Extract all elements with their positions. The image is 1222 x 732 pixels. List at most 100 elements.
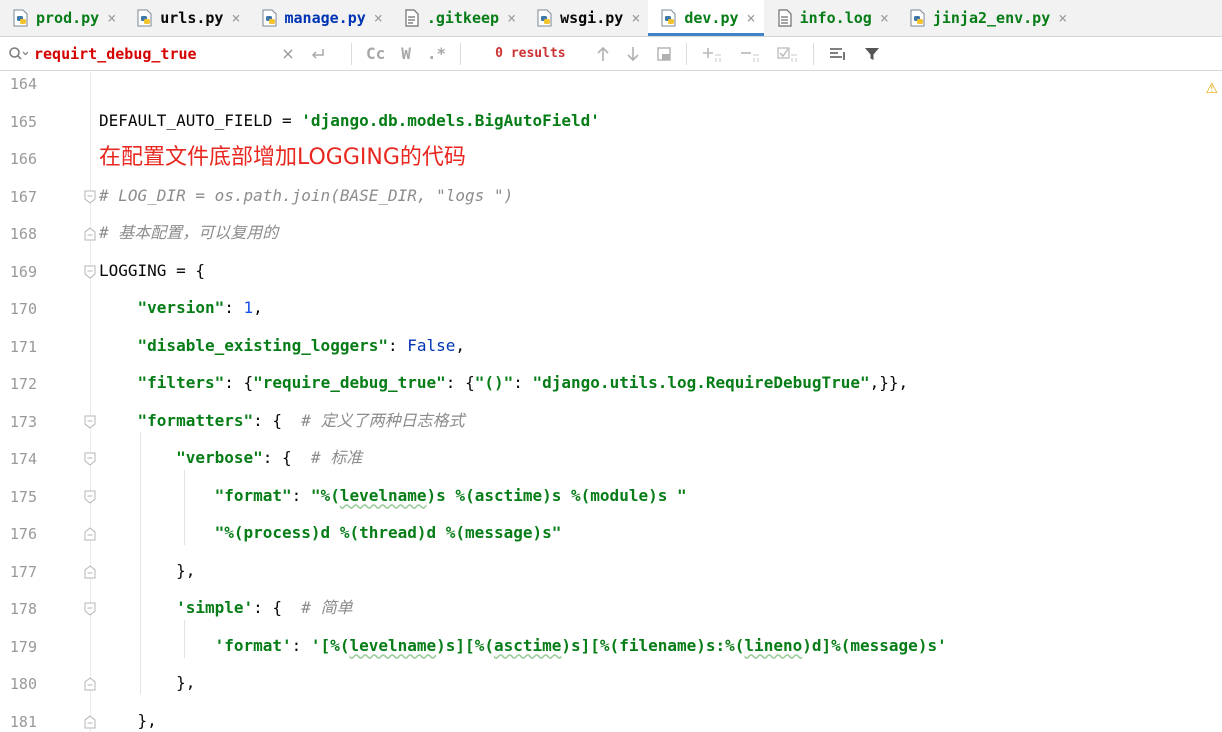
line-number: 176 bbox=[9, 525, 37, 543]
previous-occurrence-icon[interactable] bbox=[596, 46, 610, 62]
line-number: 168 bbox=[9, 225, 37, 243]
code-line[interactable]: 177 }, bbox=[0, 553, 1222, 591]
close-tab-icon[interactable]: × bbox=[631, 9, 640, 27]
fold-end-icon[interactable] bbox=[84, 564, 96, 579]
tab-info-log[interactable]: info.log × bbox=[764, 0, 897, 36]
code-line[interactable]: 164 bbox=[0, 72, 1222, 103]
line-number: 178 bbox=[9, 600, 37, 618]
tab-gitkeep[interactable]: .gitkeep × bbox=[391, 0, 524, 36]
filter-icon[interactable] bbox=[864, 46, 880, 62]
fold-end-icon[interactable] bbox=[84, 714, 96, 729]
close-tab-icon[interactable]: × bbox=[1058, 9, 1067, 27]
close-tab-icon[interactable]: × bbox=[880, 9, 889, 27]
code-token: "()" bbox=[474, 373, 514, 392]
close-tab-icon[interactable]: × bbox=[231, 9, 240, 27]
code-line[interactable]: 169 LOGGING = { bbox=[0, 253, 1222, 291]
code-text: "%(process)d %(thread)d %(message)s" bbox=[99, 520, 562, 546]
new-line-icon[interactable] bbox=[310, 47, 326, 61]
tab-manage-py[interactable]: manage.py × bbox=[249, 0, 391, 36]
tab-dev-py[interactable]: dev.py × bbox=[648, 0, 764, 36]
tab-jinja2-env-py[interactable]: jinja2_env.py × bbox=[897, 0, 1075, 36]
separator bbox=[685, 42, 687, 65]
code-line[interactable]: 173 "formatters": { # 定义了两种日志格式 bbox=[0, 403, 1222, 441]
code-token: }, bbox=[99, 560, 196, 580]
tab-label: manage.py bbox=[284, 9, 366, 27]
line-number: 172 bbox=[9, 375, 37, 393]
open-in-window-icon[interactable] bbox=[656, 46, 672, 62]
line-number: 171 bbox=[9, 337, 37, 356]
code-token: , bbox=[455, 335, 466, 355]
code-text: }, bbox=[99, 708, 157, 732]
close-tab-icon[interactable]: × bbox=[747, 9, 756, 27]
code-text: # 基本配置，可以复用的 bbox=[99, 220, 278, 246]
remove-selection-icon[interactable] bbox=[739, 46, 761, 62]
search-results-count: 0 results bbox=[495, 46, 566, 61]
code-line[interactable]: 172 "filters": {"require_debug_true": {"… bbox=[0, 365, 1222, 403]
regex-button[interactable]: .* bbox=[427, 44, 446, 63]
code-text: "disable_existing_loggers": False, bbox=[99, 333, 466, 359]
add-selection-icon[interactable] bbox=[701, 46, 723, 62]
code-token: : bbox=[291, 635, 311, 655]
code-token: "verbose" bbox=[176, 448, 263, 467]
indent-guide bbox=[184, 470, 185, 545]
code-token: : bbox=[291, 485, 311, 505]
code-token: : { bbox=[253, 598, 302, 617]
code-token: "%(process)d %(thread)d %(message)s" bbox=[214, 523, 562, 542]
fold-open-icon[interactable] bbox=[84, 490, 96, 504]
match-case-button[interactable]: Cc bbox=[366, 44, 385, 63]
tab-urls-py[interactable]: urls.py × bbox=[124, 0, 248, 36]
code-editor[interactable]: ⚠ 164 165 DEFAULT_AUTO_FIELD = 'django.db.… bbox=[0, 72, 1222, 732]
line-number: 174 bbox=[9, 450, 37, 468]
code-token: "django.utils.log.RequireDebugTrue" bbox=[532, 373, 870, 392]
find-bar: Cc W .* 0 results bbox=[0, 37, 1222, 71]
code-token: '[%( bbox=[310, 635, 350, 655]
close-tab-icon[interactable]: × bbox=[507, 9, 516, 27]
code-line[interactable]: 165 DEFAULT_AUTO_FIELD = 'django.db.model… bbox=[0, 103, 1222, 141]
next-occurrence-icon[interactable] bbox=[626, 46, 640, 62]
fold-open-icon[interactable] bbox=[84, 602, 96, 616]
code-token: LOGGING = { bbox=[99, 260, 205, 280]
line-number: 169 bbox=[9, 262, 37, 281]
fold-open-icon[interactable] bbox=[84, 415, 96, 429]
code-token: )s %(asctime)s %(module)s " bbox=[426, 485, 687, 505]
code-line[interactable]: 180 }, bbox=[0, 665, 1222, 703]
text-file-icon bbox=[405, 9, 419, 27]
code-line[interactable]: 181 }, bbox=[0, 703, 1222, 732]
line-number: 175 bbox=[9, 487, 37, 506]
tab-wsgi-py[interactable]: wsgi.py × bbox=[524, 0, 648, 36]
search-input[interactable] bbox=[34, 44, 274, 63]
filter-settings-icon[interactable] bbox=[828, 46, 848, 62]
line-number: 180 bbox=[9, 675, 37, 693]
fold-end-icon[interactable] bbox=[84, 227, 96, 241]
tab-label: prod.py bbox=[36, 9, 100, 27]
fold-open-icon[interactable] bbox=[84, 452, 96, 466]
fold-open-icon[interactable] bbox=[84, 265, 96, 279]
code-line[interactable]: 168 # 基本配置，可以复用的 bbox=[0, 215, 1222, 253]
code-line[interactable]: 170 "version": 1, bbox=[0, 290, 1222, 328]
whole-words-button[interactable]: W bbox=[401, 44, 411, 63]
log-file-icon bbox=[777, 9, 792, 27]
search-icon[interactable] bbox=[8, 46, 28, 62]
code-token: : { bbox=[224, 373, 254, 392]
code-text: DEFAULT_AUTO_FIELD = 'django.db.models.B… bbox=[99, 108, 600, 134]
line-number: 177 bbox=[9, 562, 37, 581]
fold-end-icon[interactable] bbox=[84, 677, 96, 691]
code-token: # 基本配置，可以复用的 bbox=[99, 223, 279, 242]
code-token: : bbox=[224, 298, 244, 317]
code-line[interactable]: 166 在配置文件底部增加LOGGING的代码 bbox=[0, 140, 1222, 178]
code-line[interactable]: 167 # LOG_DIR = os.path.join(BASE_DIR, "l… bbox=[0, 178, 1222, 216]
tab-label: urls.py bbox=[160, 9, 224, 27]
code-token: 'format' bbox=[214, 635, 292, 655]
tab-label: dev.py bbox=[684, 9, 739, 27]
close-tab-icon[interactable]: × bbox=[107, 9, 116, 27]
close-tab-icon[interactable]: × bbox=[374, 9, 383, 27]
fold-end-icon[interactable] bbox=[84, 527, 96, 541]
fold-open-icon[interactable] bbox=[84, 190, 96, 204]
code-text: }, bbox=[99, 558, 195, 584]
tab-prod-py[interactable]: prod.py × bbox=[0, 0, 124, 36]
code-line[interactable]: 171 "disable_existing_loggers": False, bbox=[0, 328, 1222, 366]
select-all-occurrences-icon[interactable] bbox=[777, 46, 799, 62]
clear-search-icon[interactable] bbox=[282, 48, 294, 60]
code-text: 'format': '[%(levelname)s][%(asctime)s][… bbox=[99, 633, 947, 659]
code-token: , bbox=[253, 298, 263, 317]
